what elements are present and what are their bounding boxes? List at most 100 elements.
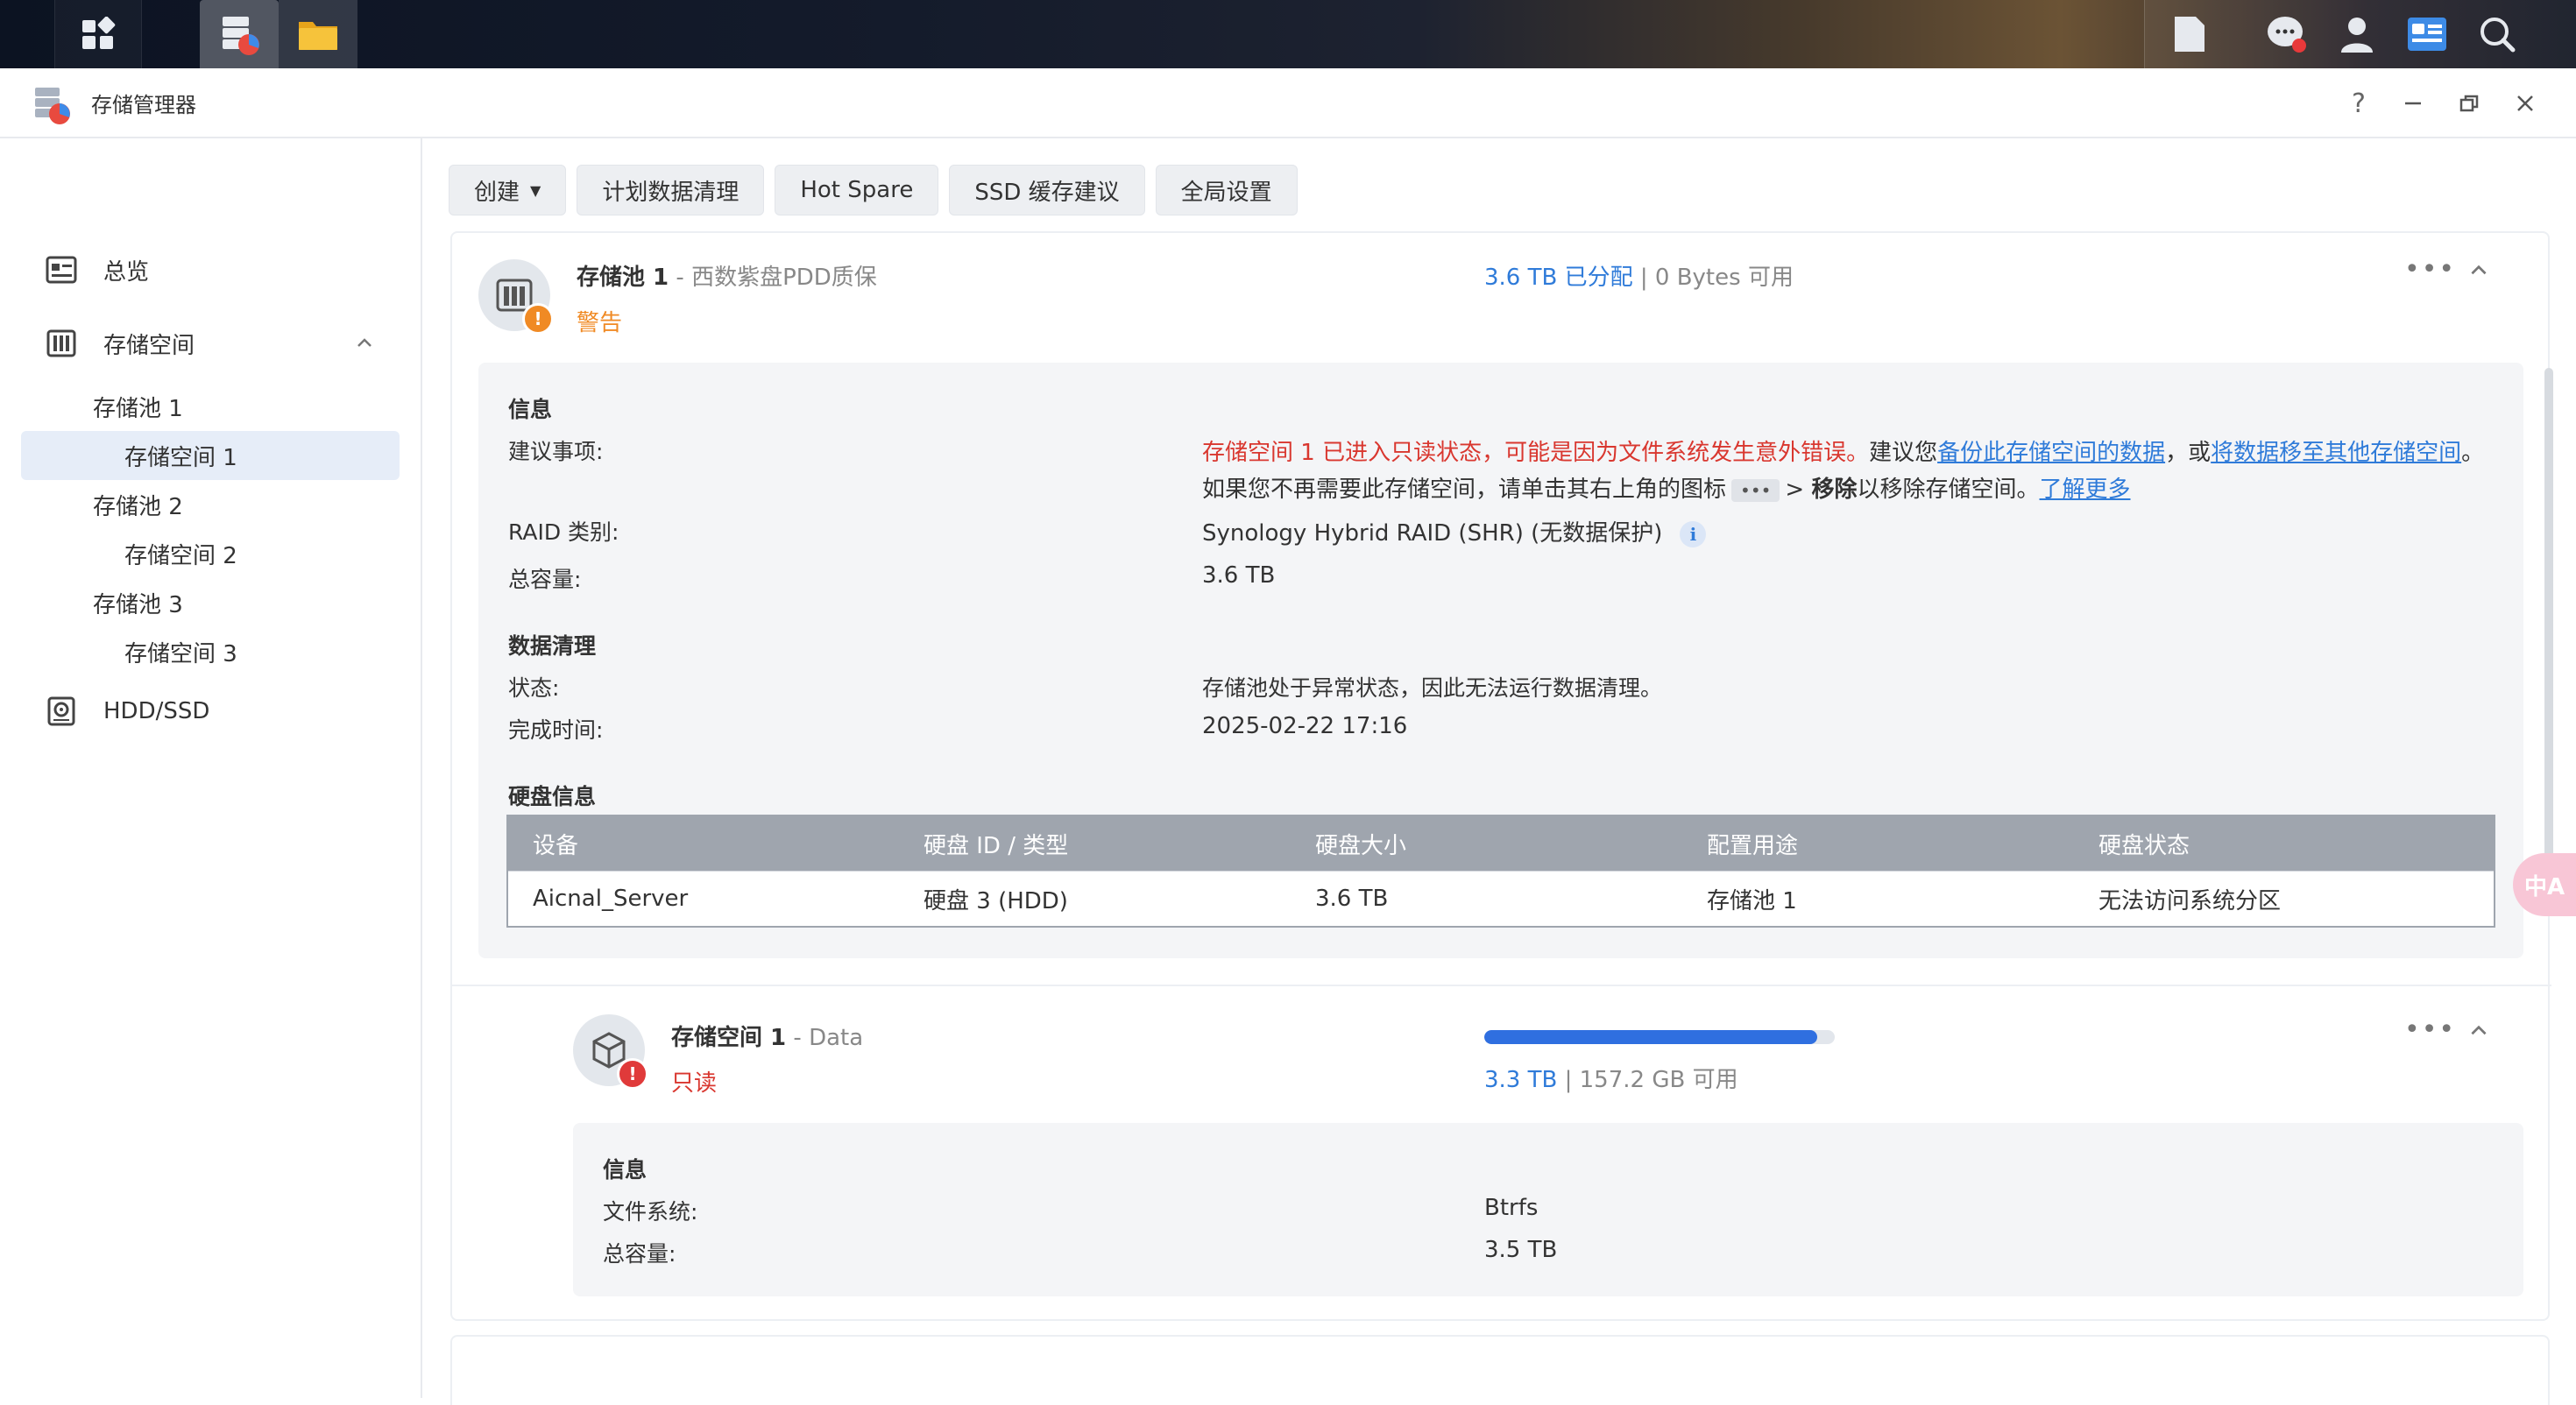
sidebar-item-hdd-ssd[interactable]: HDD/SSD [21,687,400,736]
file-station-taskbar-icon[interactable] [279,0,357,68]
translate-button[interactable]: 中A [2513,853,2576,916]
raid-type: Synology Hybrid RAID (SHR) (无数据保护) [1202,520,1663,547]
hot-spare-button[interactable]: Hot Spare [775,165,939,215]
minimize-button[interactable] [2394,84,2432,123]
column-header: 硬盘状态 [2074,815,2495,872]
pool-info-panel: 信息 建议事项: 存储空间 1 已进入只读状态，可能是因为文件系统发生意外错误。… [478,363,2523,958]
storage-manager-app-icon [35,88,70,124]
toolbar: 创建 ▼ 计划数据清理 Hot Spare SSD 缓存建议 全局设置 [449,165,1298,215]
scrub-section-title: 数据清理 [508,633,597,659]
search-tray-button[interactable] [2462,0,2532,68]
next-pool-card [450,1335,2550,1405]
chevron-up-icon[interactable] [354,333,375,354]
widgets-tray-button[interactable] [2392,0,2462,68]
advice-line-2: 如果您不再需要此存储空间，请单击其右上角的图标 ••• > 移除以移除存储空间。了解… [1202,471,2131,504]
scrollbar[interactable] [2544,368,2553,858]
advice-text: 以移除存储空间。 [1857,477,2040,503]
advice-text: 建议您 [1869,440,1938,466]
sidebar-item-overview[interactable]: 总览 [21,245,400,294]
sidebar-item-volume-2[interactable]: 存储空间 2 [21,529,400,578]
restore-icon [2459,95,2479,112]
restore-button[interactable] [2450,84,2488,123]
volume-used: 3.3 TB [1484,1067,1558,1093]
ssd-cache-advisor-button[interactable]: SSD 缓存建议 [949,165,1145,215]
volume-card: ! 存储空间 1 - Data 只读 3.3 TB | 157.2 GB 可用 … [450,985,2551,1321]
pool-description: 西数紫盘PDD质保 [691,265,877,291]
info-section-title: 信息 [508,397,553,422]
capacity-label: 总容量: [603,1241,676,1267]
move-data-link[interactable]: 将数据移至其他存储空间 [2211,440,2461,466]
help-button[interactable]: ? [2339,84,2378,123]
storage-manager-window: 存储管理器 ? 总览 存储空间 存储池 1 存储空间 1 存储池 2 存储空间 … [0,68,2576,1405]
storage-pool-icon: ! [478,259,554,335]
main-menu-button[interactable] [54,0,142,68]
sidebar-item-label: 存储池 2 [93,493,183,520]
volume-name: 存储空间 1 [671,1025,787,1051]
error-badge-icon: ! [617,1058,648,1090]
note-icon [2175,17,2204,52]
sidebar-item-pool-3[interactable]: 存储池 3 [21,578,400,627]
schedule-scrub-button[interactable]: 计划数据清理 [577,165,765,215]
storage-manager-icon [223,17,259,55]
table-row[interactable]: Aicnal_Server 硬盘 3 (HDD) 3.6 TB 存储池 1 无法… [507,871,2495,927]
sidebar-item-pool-2[interactable]: 存储池 2 [21,480,400,529]
sidebar-item-pool-1[interactable]: 存储池 1 [21,382,400,431]
remove-keyword: 移除 [1811,477,1858,503]
collapse-chevron-icon[interactable] [2467,1020,2490,1042]
learn-more-link[interactable]: 了解更多 [2040,477,2131,503]
scrub-time-value: 2025-02-22 17:16 [1202,713,1408,739]
close-button[interactable] [2506,84,2544,123]
advice-text: ，或 [2165,440,2212,466]
caret-down-icon: ▼ [530,181,541,199]
sidebar-item-volume-1[interactable]: 存储空间 1 [21,431,400,480]
table-header-row: 设备 硬盘 ID / 类型 硬盘大小 配置用途 硬盘状态 [507,815,2495,872]
chat-tray-button[interactable] [2252,0,2322,68]
backup-data-link[interactable]: 备份此存储空间的数据 [1937,440,2165,466]
global-settings-button[interactable]: 全局设置 [1155,165,1298,215]
storage-manager-taskbar-icon[interactable] [200,0,279,68]
disk-section-title: 硬盘信息 [508,784,597,809]
table-cell: Aicnal_Server [507,871,899,927]
volume-title: 存储空间 1 - Data [671,1020,863,1052]
minimize-icon [2405,102,2421,105]
pool-more-button[interactable]: ••• [2404,254,2456,285]
sidebar-item-label: 存储空间 3 [124,640,237,667]
window-title: 存储管理器 [91,93,196,117]
column-header: 设备 [507,815,899,872]
volume-usage-fill [1484,1030,1817,1044]
disk-status-cell: 无法访问系统分区 [2074,871,2495,927]
volume-icon: ! [573,1014,648,1090]
volume-more-button[interactable]: ••• [2404,1014,2456,1045]
divider: | [1564,1067,1573,1093]
overview-icon [44,252,79,287]
collapse-chevron-icon[interactable] [2467,259,2490,282]
table-cell: 硬盘 3 (HDD) [899,871,1291,927]
sidebar-item-volume-3[interactable]: 存储空间 3 [21,627,400,676]
info-section-title: 信息 [603,1157,648,1183]
folder-icon [299,22,337,50]
create-button[interactable]: 创建 ▼ [449,165,567,215]
info-icon[interactable]: i [1680,520,1707,547]
filesystem-value: Btrfs [1484,1195,1539,1221]
title-bar[interactable]: 存储管理器 ? [0,68,2576,138]
pool-allocated: 3.6 TB 已分配 [1484,265,1633,291]
sidebar: 总览 存储空间 存储池 1 存储空间 1 存储池 2 存储空间 2 存储池 3 … [0,138,422,1398]
main-content: 创建 ▼ 计划数据清理 Hot Spare SSD 缓存建议 全局设置 ! 存储池… [422,138,2576,1405]
column-header: 配置用途 [1682,815,2074,872]
warning-badge-icon: ! [522,303,554,335]
disk-table: 设备 硬盘 ID / 类型 硬盘大小 配置用途 硬盘状态 Aicnal_Serv… [506,815,2495,928]
scrub-status-value: 存储池处于异常状态，因此无法运行数据清理。 [1202,675,1663,701]
table-cell: 3.6 TB [1291,871,1682,927]
volume-description: Data [809,1025,864,1051]
column-header: 硬盘 ID / 类型 [899,815,1291,872]
widgets-icon [2408,18,2446,51]
notes-tray-button[interactable] [2154,0,2224,68]
user-icon [2341,18,2373,53]
sidebar-item-storage[interactable]: 存储空间 [21,319,400,368]
volume-capacity: 3.3 TB | 157.2 GB 可用 [1484,1062,1738,1094]
chat-icon [2268,17,2306,53]
user-tray-button[interactable] [2322,0,2392,68]
table-cell: 存储池 1 [1682,871,2074,927]
volume-info-panel: 信息 文件系统: Btrfs 总容量: 3.5 TB [573,1123,2523,1296]
sidebar-item-label: 存储池 1 [93,395,183,422]
